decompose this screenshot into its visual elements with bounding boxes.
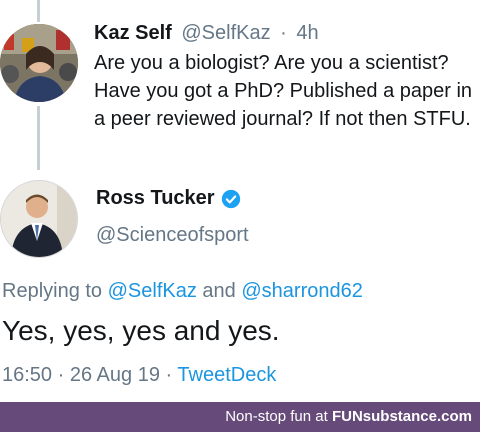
reply-date[interactable]: 26 Aug 19 — [70, 364, 160, 386]
watermark-footer: Non-stop fun at FUNsubstance.com — [0, 402, 480, 432]
reply-text: Yes, yes, yes and yes. — [2, 315, 280, 346]
reply-time[interactable]: 16:50 — [2, 364, 52, 386]
replying-and-label: and — [202, 280, 236, 302]
footer-brand[interactable]: FUNsubstance.com — [332, 408, 472, 425]
reply-source-link[interactable]: TweetDeck — [177, 364, 276, 386]
reply-author-handle[interactable]: @Scienceofsport — [96, 224, 249, 247]
kaz-avatar-image — [0, 24, 78, 102]
tweet-author-handle[interactable]: @SelfKaz — [181, 22, 270, 44]
reply-meta-separator-2: · — [165, 364, 173, 386]
reply-author-name-row: Ross Tucker — [96, 187, 241, 210]
thread-connector-top — [37, 0, 40, 22]
ross-avatar[interactable] — [0, 180, 78, 258]
replying-to-line: Replying to @SelfKaz and @sharrond62 — [2, 280, 363, 303]
tweet-text: Are you a biologist? Are you a scientist… — [94, 52, 473, 130]
verified-badge-icon — [221, 189, 240, 208]
reply-meta-separator-1: · — [57, 364, 65, 386]
tweet-meta-separator: · — [280, 22, 287, 44]
mention-selfkaz[interactable]: @SelfKaz — [108, 280, 197, 302]
footer-text: Non-stop fun at FUNsubstance.com — [225, 408, 472, 425]
ross-avatar-image — [1, 181, 77, 257]
thread-connector — [37, 106, 40, 170]
reply-meta-line: 16:50 · 26 Aug 19 · TweetDeck — [2, 364, 276, 387]
tweet-author-name[interactable]: Kaz Self — [94, 22, 172, 44]
replying-to-label: Replying to — [2, 280, 103, 302]
reply-author-name[interactable]: Ross Tucker — [96, 187, 215, 210]
mention-sharrond62[interactable]: @sharrond62 — [241, 280, 362, 302]
footer-prefix: Non-stop fun at — [225, 408, 328, 425]
tweet-header: Kaz Self @SelfKaz · 4h — [94, 22, 319, 45]
tweet-time-ago[interactable]: 4h — [296, 22, 318, 44]
kaz-avatar[interactable] — [0, 24, 78, 102]
